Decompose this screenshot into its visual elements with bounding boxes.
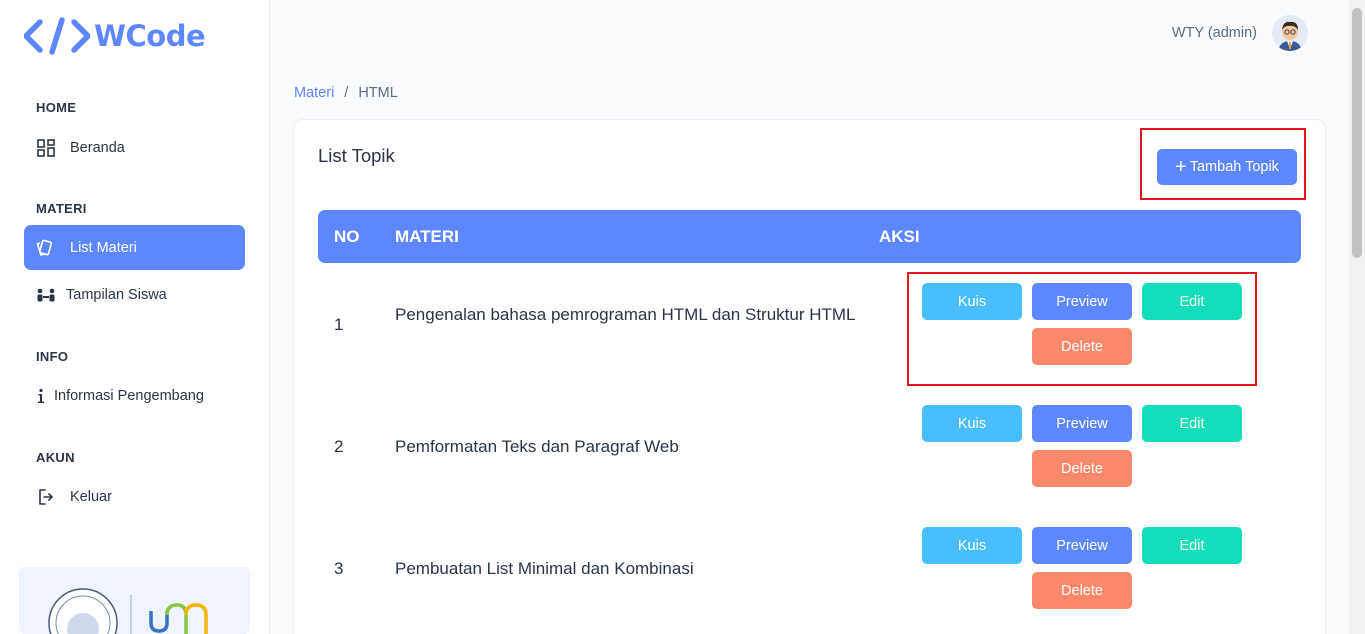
user-name[interactable]: WTY (admin) (1172, 25, 1257, 41)
sidebar-item-keluar[interactable]: Keluar (24, 474, 245, 519)
preview-button[interactable]: Preview (1032, 405, 1132, 442)
sidebar-item-label: Beranda (70, 139, 125, 156)
delete-button[interactable]: Delete (1032, 328, 1132, 365)
preview-button[interactable]: Preview (1032, 527, 1132, 564)
sidebar-item-tampilan-siswa[interactable]: Tampilan Siswa (24, 272, 245, 317)
breadcrumb-current: HTML (358, 85, 398, 101)
table-header: NO MATERI AKSI (318, 210, 1301, 263)
row-1-no: 1 (334, 315, 344, 334)
delete-button[interactable]: Delete (1032, 572, 1132, 609)
preview-button[interactable]: Preview (1032, 283, 1132, 320)
sidebar: WCode HOME Beranda MATERI List Materi Ta… (0, 0, 270, 634)
section-materi: MATERI (36, 201, 87, 216)
row-1-materi: Pengenalan bahasa pemrograman HTML dan S… (395, 305, 856, 324)
university-logos (19, 567, 250, 634)
plus-icon: + (1175, 156, 1187, 178)
row-3-materi: Pembuatan List Minimal dan Kombinasi (395, 559, 694, 578)
sidebar-item-list-materi[interactable]: List Materi (24, 225, 245, 270)
breadcrumb-separator: / (344, 85, 349, 101)
edit-button[interactable]: Edit (1142, 283, 1242, 320)
sidebar-item-label: Informasi Pengembang (54, 387, 204, 404)
column-materi: MATERI (395, 227, 459, 246)
kuis-button[interactable]: Kuis (922, 527, 1022, 564)
sidebar-item-label: Keluar (70, 488, 112, 505)
section-info: INFO (36, 349, 69, 364)
section-akun: AKUN (36, 450, 75, 465)
add-topic-label: Tambah Topik (1189, 159, 1279, 175)
column-aksi: AKSI (879, 227, 920, 246)
breadcrumb: Materi / HTML (294, 85, 398, 101)
info-icon (36, 386, 46, 406)
row-2-materi: Pemformatan Teks dan Paragraf Web (395, 437, 679, 456)
sidebar-item-label: Tampilan Siswa (66, 286, 167, 303)
card-title: List Topik (318, 145, 395, 166)
sidebar-item-beranda[interactable]: Beranda (24, 125, 245, 170)
avatar[interactable] (1272, 15, 1308, 51)
dashboard-icon (36, 138, 56, 158)
avatar-icon (1272, 15, 1308, 51)
row-3-no: 3 (334, 559, 344, 578)
row-2-no: 2 (334, 437, 344, 456)
scrollbar-thumb[interactable] (1352, 8, 1362, 258)
delete-button[interactable]: Delete (1032, 450, 1132, 487)
add-topic-button[interactable]: + Tambah Topik (1157, 149, 1297, 185)
breadcrumb-materi-link[interactable]: Materi (294, 85, 334, 101)
edit-button[interactable]: Edit (1142, 405, 1242, 442)
brand-name: WCode (94, 19, 206, 53)
section-home: HOME (36, 100, 77, 115)
page-scrollbar[interactable] (1349, 0, 1365, 634)
edit-button[interactable]: Edit (1142, 527, 1242, 564)
column-no: NO (334, 227, 360, 246)
kuis-button[interactable]: Kuis (922, 283, 1022, 320)
kuis-button[interactable]: Kuis (922, 405, 1022, 442)
sidebar-item-informasi-pengembang[interactable]: Informasi Pengembang (24, 373, 245, 418)
sidebar-item-label: List Materi (70, 239, 137, 256)
logout-icon (36, 487, 56, 507)
brand-logo[interactable]: WCode (24, 16, 206, 56)
university-seal-icon (48, 588, 208, 634)
users-icon (36, 285, 56, 305)
cards-icon (36, 238, 56, 258)
code-icon (24, 17, 90, 55)
